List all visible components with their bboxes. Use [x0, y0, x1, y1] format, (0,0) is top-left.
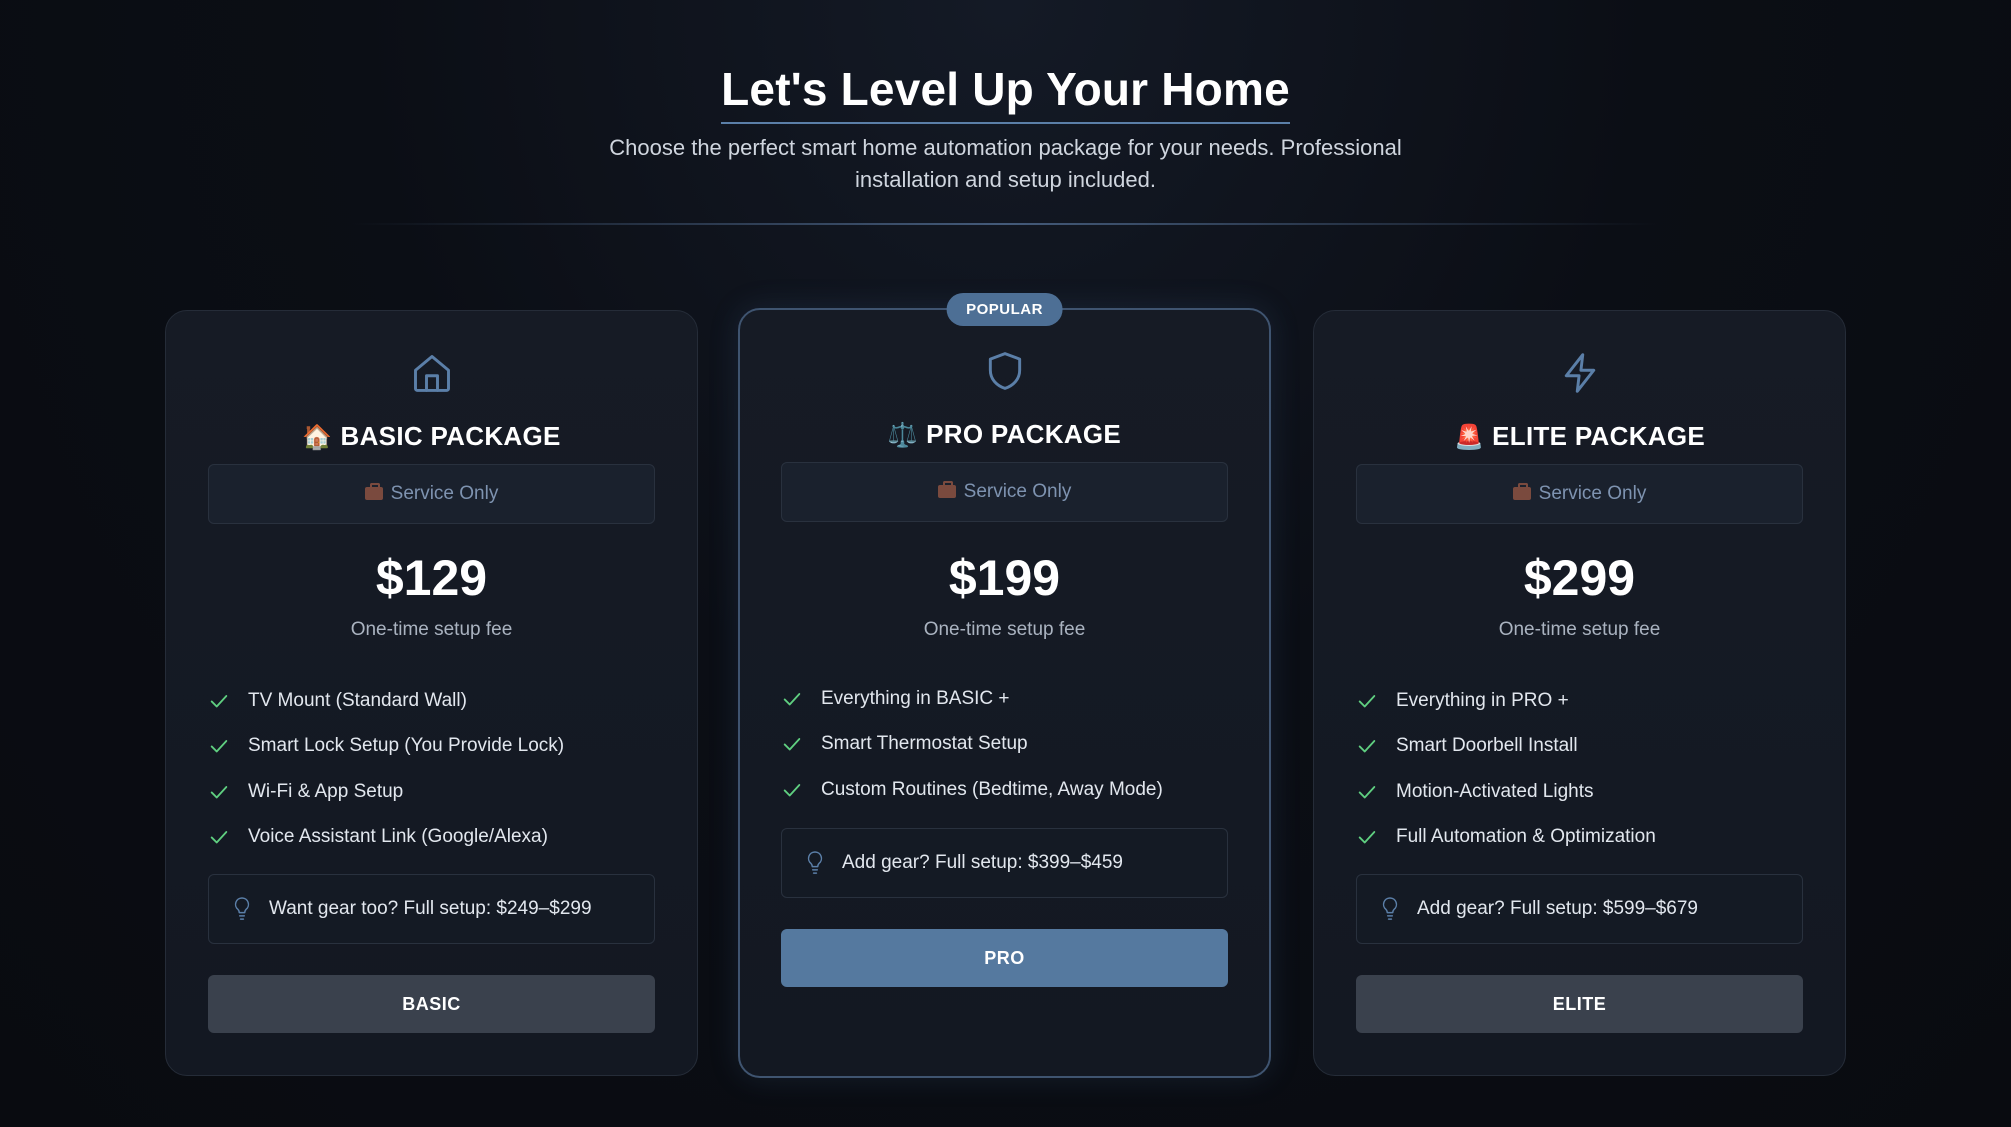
briefcase-icon	[937, 481, 956, 498]
check-icon	[210, 831, 228, 844]
gear-note-text: Add gear? Full setup: $399–$459	[842, 852, 1123, 873]
list-item: Motion-Activated Lights	[1356, 769, 1816, 815]
feature-text: Everything in PRO +	[1396, 689, 1569, 711]
price: $299	[1523, 550, 1636, 606]
service-label-text: Service Only	[963, 481, 1072, 502]
pro-select-button[interactable]: PRO	[781, 929, 1228, 987]
page-subtitle: Choose the perfect smart home automation…	[609, 135, 1402, 192]
shield-icon	[983, 349, 1027, 393]
check-icon	[1358, 831, 1376, 844]
basic-select-button[interactable]: BASIC	[208, 975, 655, 1033]
lightbulb-icon	[234, 897, 250, 920]
feature-text: TV Mount (Standard Wall)	[248, 689, 467, 711]
list-item: Everything in BASIC +	[781, 676, 1241, 722]
card-title: 🏠 BASIC PACKAGE	[166, 421, 697, 452]
check-icon	[1358, 694, 1376, 708]
elite-package-card: 🚨 ELITE PACKAGE Service Only $299 One-tim…	[1313, 310, 1846, 1076]
feature-text: Custom Routines (Bedtime, Away Mode)	[821, 778, 1163, 800]
list-item: TV Mount (Standard Wall)	[208, 678, 668, 724]
check-icon	[783, 783, 801, 797]
home-icon	[410, 351, 454, 395]
elite-select-button[interactable]: ELITE	[1356, 975, 1803, 1033]
card-title-text: PRO PACKAGE	[926, 419, 1122, 449]
feature-text: Voice Assistant Link (Google/Alexa)	[248, 826, 548, 848]
feature-text: Smart Lock Setup (You Provide Lock)	[248, 735, 565, 757]
feature-text: Full Automation & Optimization	[1396, 826, 1656, 848]
gear-upsell-note: Add gear? Full setup: $599–$679	[1356, 874, 1803, 944]
list-item: Everything in PRO +	[1356, 678, 1816, 724]
lightbulb-icon	[807, 851, 823, 874]
card-title-text: BASIC PACKAGE	[340, 421, 561, 451]
check-icon	[210, 740, 228, 753]
check-icon	[1358, 740, 1376, 753]
lightbulb-icon	[1382, 897, 1398, 920]
pro-package-card: POPULAR ⚖️ PRO PACKAGE Service Only $199 …	[738, 293, 1271, 1078]
check-icon	[1358, 785, 1376, 799]
list-item: Smart Doorbell Install	[1356, 724, 1816, 770]
siren-emoji-icon: 🚨	[1453, 424, 1485, 451]
list-item: Smart Thermostat Setup	[781, 722, 1241, 768]
list-item: Smart Lock Setup (You Provide Lock)	[208, 724, 668, 770]
check-icon	[783, 738, 801, 751]
service-only-label: Service Only	[781, 462, 1228, 522]
briefcase-icon	[364, 483, 383, 500]
scales-emoji-icon: ⚖️	[887, 422, 919, 449]
feature-text: Smart Thermostat Setup	[821, 733, 1028, 755]
header-divider	[350, 223, 1660, 225]
list-item: Full Automation & Optimization	[1356, 815, 1816, 861]
price-note: One-time setup fee	[350, 619, 513, 640]
price: $129	[375, 550, 488, 606]
service-only-label: Service Only	[208, 464, 655, 524]
feature-text: Everything in BASIC +	[821, 687, 1010, 709]
briefcase-icon	[1512, 483, 1531, 500]
lightning-icon	[1558, 351, 1602, 395]
service-label-text: Service Only	[390, 483, 499, 504]
card-title-text: ELITE PACKAGE	[1492, 421, 1706, 451]
gear-upsell-note: Add gear? Full setup: $399–$459	[781, 828, 1228, 898]
page-header: Let's Level Up Your Home Choose the perf…	[0, 62, 2011, 196]
price-note: One-time setup fee	[1498, 619, 1661, 640]
list-item: Wi-Fi & App Setup	[208, 769, 668, 815]
page-title: Let's Level Up Your Home	[721, 62, 1290, 124]
price-note: One-time setup fee	[923, 619, 1086, 640]
price: $199	[948, 550, 1061, 606]
feature-text: Wi-Fi & App Setup	[248, 780, 404, 802]
feature-text: Motion-Activated Lights	[1396, 780, 1594, 802]
gear-upsell-note: Want gear too? Full setup: $249–$299	[208, 874, 655, 944]
card-title: ⚖️ PRO PACKAGE	[740, 419, 1269, 450]
feature-list: Everything in BASIC + Smart Thermostat S…	[781, 676, 1241, 813]
house-emoji-icon: 🏠	[302, 424, 333, 451]
feature-list: Everything in PRO + Smart Doorbell Insta…	[1356, 678, 1816, 860]
check-icon	[210, 785, 228, 799]
feature-list: TV Mount (Standard Wall) Smart Lock Setu…	[208, 678, 668, 860]
list-item: Custom Routines (Bedtime, Away Mode)	[781, 767, 1241, 813]
service-only-label: Service Only	[1356, 464, 1803, 524]
popular-badge: POPULAR	[946, 293, 1063, 326]
pricing-page: Let's Level Up Your Home Choose the perf…	[0, 0, 2011, 1127]
check-icon	[210, 694, 228, 708]
gear-note-text: Add gear? Full setup: $599–$679	[1417, 898, 1698, 919]
card-title: 🚨 ELITE PACKAGE	[1314, 421, 1845, 452]
list-item: Voice Assistant Link (Google/Alexa)	[208, 815, 668, 861]
service-label-text: Service Only	[1538, 483, 1647, 504]
check-icon	[783, 692, 801, 706]
basic-package-card: 🏠 BASIC PACKAGE Service Only $129 One-tim…	[165, 310, 698, 1076]
gear-note-text: Want gear too? Full setup: $249–$299	[269, 898, 592, 919]
feature-text: Smart Doorbell Install	[1396, 735, 1578, 757]
